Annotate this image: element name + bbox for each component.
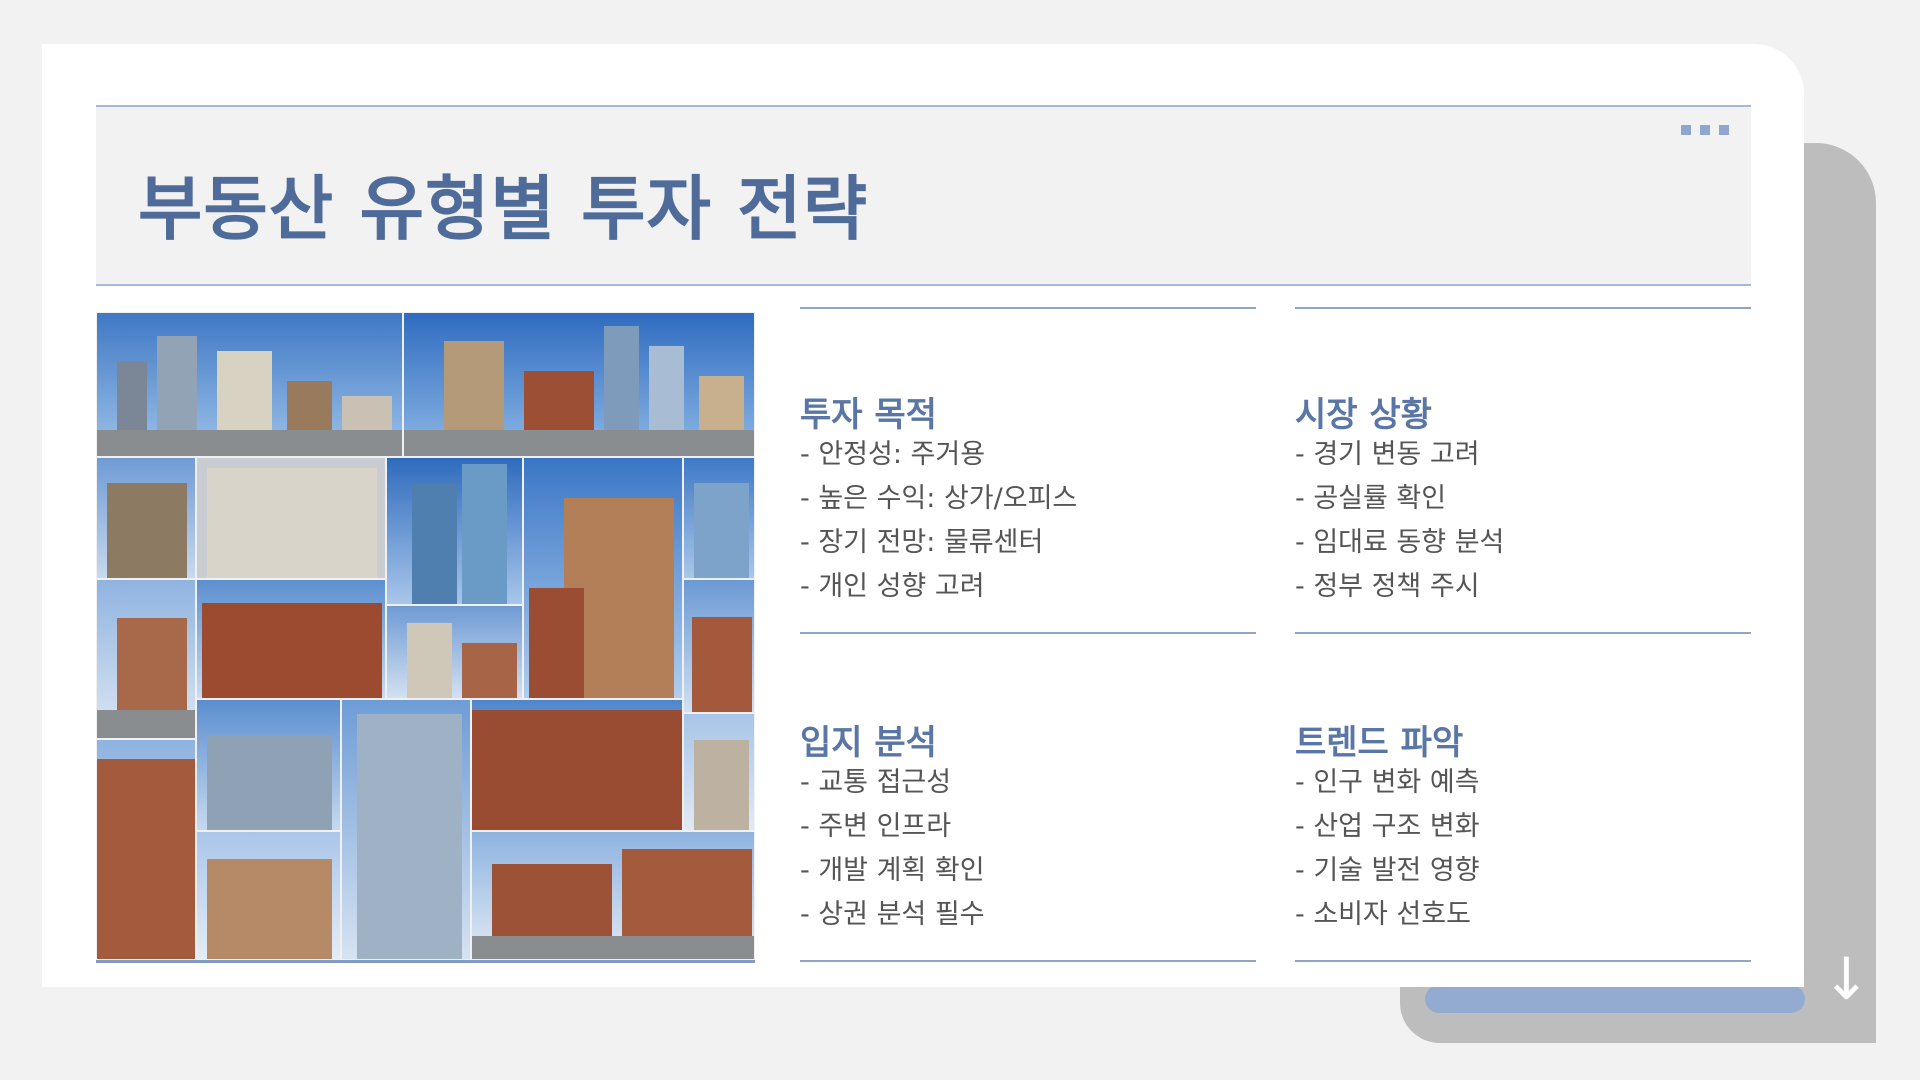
collage-tile: [683, 713, 755, 831]
divider: [1295, 632, 1751, 634]
list-item: - 교통 접근성: [800, 767, 952, 798]
collage-tile: [683, 579, 755, 713]
collage-tile: [471, 699, 683, 831]
collage-tile: [96, 457, 196, 579]
quadrant-list: - 경기 변동 고려 - 공실률 확인 - 임대료 동향 분석 - 정부 정책 …: [1295, 433, 1504, 609]
slide-card: 부동산 유형별 투자 전략 투자 목적 - 안정성: 주거용 - 높은 수익: …: [42, 44, 1804, 987]
decorative-blue-strip: [1425, 985, 1805, 1013]
quadrant-investment-purpose: 투자 목적 - 안정성: 주거용 - 높은 수익: 상가/오피스 - 장기 전망…: [800, 307, 1256, 635]
list-item: - 장기 전망: 물류센터: [800, 527, 1044, 558]
collage-tile: [96, 312, 403, 457]
list-item: - 임대료 동향 분석: [1295, 527, 1505, 558]
collage-tile: [196, 579, 386, 699]
list-item: - 개발 계획 확인: [800, 855, 985, 886]
quadrant-heading: 입지 분석: [800, 723, 937, 763]
quadrant-list: - 안정성: 주거용 - 높은 수익: 상가/오피스 - 장기 전망: 물류센터…: [800, 433, 1077, 609]
list-item: - 산업 구조 변화: [1295, 811, 1480, 842]
list-item: - 경기 변동 고려: [1295, 439, 1480, 470]
list-item: - 정부 정책 주시: [1295, 571, 1480, 602]
title-band: 부동산 유형별 투자 전략: [96, 105, 1751, 286]
collage-tile: [196, 457, 386, 579]
collage-tile: [386, 605, 523, 699]
quadrant-heading: 트렌드 파악: [1295, 723, 1464, 763]
collage-tile: [403, 312, 755, 457]
list-item: - 높은 수익: 상가/오피스: [800, 483, 1078, 514]
list-item: - 인구 변화 예측: [1295, 767, 1480, 798]
collage-tile: [196, 699, 341, 831]
collage-tile: [96, 739, 196, 960]
list-item: - 소비자 선호도: [1295, 899, 1471, 930]
collage-tile: [471, 831, 755, 960]
quadrant-list: - 교통 접근성 - 주변 인프라 - 개발 계획 확인 - 상권 분석 필수: [800, 761, 985, 937]
list-item: - 기술 발전 영향: [1295, 855, 1480, 886]
list-item: - 안정성: 주거용: [800, 439, 986, 470]
quadrant-list: - 인구 변화 예측 - 산업 구조 변화 - 기술 발전 영향 - 소비자 선…: [1295, 761, 1480, 937]
quadrant-location-analysis: 입지 분석 - 교통 접근성 - 주변 인프라 - 개발 계획 확인 - 상권 …: [800, 635, 1256, 963]
divider: [800, 960, 1256, 962]
collage-tile: [96, 579, 196, 739]
quadrant-trend-analysis: 트렌드 파악 - 인구 변화 예측 - 산업 구조 변화 - 기술 발전 영향 …: [1295, 635, 1751, 963]
building-collage-image: [96, 312, 755, 963]
divider: [1295, 960, 1751, 962]
collage-tile: [386, 457, 523, 605]
divider: [1295, 307, 1751, 309]
collage-tile: [523, 457, 683, 699]
list-item: - 주변 인프라: [800, 811, 952, 842]
collage-tile: [196, 831, 341, 960]
collage-tile: [341, 699, 471, 960]
more-dots-icon[interactable]: [1681, 125, 1729, 135]
page-title: 부동산 유형별 투자 전략: [138, 168, 869, 250]
list-item: - 개인 성향 고려: [800, 571, 985, 602]
divider: [800, 307, 1256, 309]
quadrant-market-conditions: 시장 상황 - 경기 변동 고려 - 공실률 확인 - 임대료 동향 분석 - …: [1295, 307, 1751, 635]
list-item: - 공실률 확인: [1295, 483, 1447, 514]
collage-tile: [683, 457, 755, 579]
quadrant-heading: 투자 목적: [800, 395, 937, 435]
arrow-down-icon[interactable]: ↓: [1822, 950, 1871, 1008]
list-item: - 상권 분석 필수: [800, 899, 985, 930]
divider: [800, 632, 1256, 634]
quadrant-heading: 시장 상황: [1295, 395, 1432, 435]
